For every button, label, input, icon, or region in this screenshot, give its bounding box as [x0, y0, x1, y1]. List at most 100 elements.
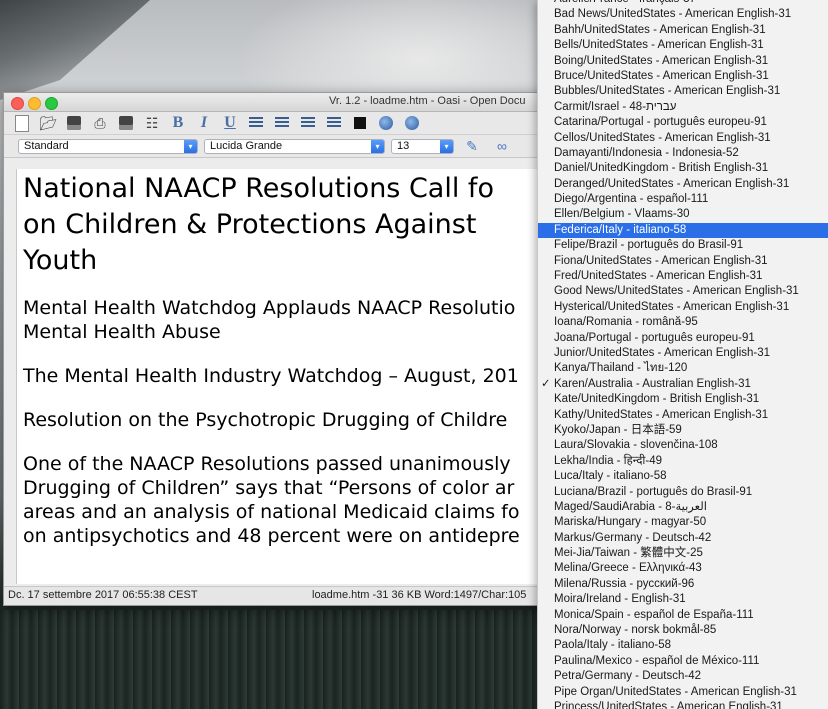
save-as-button[interactable]	[114, 113, 138, 133]
voice-menu-item[interactable]: Diego/Argentina - español-111	[538, 192, 828, 207]
window-title: Vr. 1.2 - loadme.htm - Oasi - Open Docu	[329, 95, 526, 107]
voice-menu-item[interactable]: Mariska/Hungary - magyar-50	[538, 515, 828, 530]
underline-button[interactable]: U	[218, 113, 242, 133]
bold-button[interactable]: B	[166, 113, 190, 133]
voice-menu-item[interactable]: Laura/Slovakia - slovenčina-108	[538, 438, 828, 453]
bold-icon: B	[172, 114, 184, 131]
voice-menu-item[interactable]: Milena/Russia - русский-96	[538, 577, 828, 592]
align-left-button[interactable]	[244, 113, 268, 133]
voice-menu-item[interactable]: Paola/Italy - italiano-58	[538, 638, 828, 653]
voice-menu-item[interactable]: Ioana/Romania - română-95	[538, 315, 828, 330]
voice-menu-item-label: Bad News/UnitedStates - American English…	[554, 8, 792, 21]
voice-menu-item[interactable]: Carmit/Israel - עברית-48	[538, 100, 828, 115]
speak-button[interactable]	[374, 113, 398, 133]
font-size-select[interactable]: 13 ▾	[391, 138, 454, 154]
page-setup-icon: ☷	[145, 114, 159, 131]
voice-menu-item[interactable]: Mei-Jia/Taiwan - 繁體中文-25	[538, 546, 828, 561]
voice-menu-item[interactable]: Bahh/UnitedStates - American English-31	[538, 23, 828, 38]
voice-menu-item[interactable]: Hysterical/UnitedStates - American Engli…	[538, 300, 828, 315]
voice-menu-item[interactable]: Nora/Norway - norsk bokmål-85	[538, 623, 828, 638]
paragraph-style-select[interactable]: Standard ▾	[18, 138, 198, 154]
voice-menu-item[interactable]: Ellen/Belgium - Vlaams-30	[538, 207, 828, 222]
voice-menu-item[interactable]: Daniel/UnitedKingdom - British English-3…	[538, 161, 828, 176]
voice-menu-item-label: Bahh/UnitedStates - American English-31	[554, 23, 766, 36]
voice-menu-item[interactable]: Felipe/Brazil - português do Brasil-91	[538, 238, 828, 253]
format-toolbar: Standard ▾ Lucida Grande ▾ 13 ▾ ✎ ∞	[4, 135, 549, 158]
voice-menu-item[interactable]: ✓ Karen/Australia - Australian English-31	[538, 377, 828, 392]
voice-menu-item[interactable]: Kanya/Thailand - ไทย-120	[538, 361, 828, 376]
text-line: One of the NAACP Resolutions passed unan…	[23, 453, 511, 475]
voice-menu-item-label: Federica/Italy - italiano-58	[554, 223, 687, 236]
align-right-button[interactable]	[296, 113, 320, 133]
voice-menu-item-label: Kyoko/Japan - 日本語-59	[554, 423, 682, 436]
dropdown-arrow-icon: ▾	[371, 139, 384, 153]
voice-menu-item[interactable]: Joana/Portugal - português europeu-91	[538, 331, 828, 346]
grow-font-button[interactable]: ∞	[490, 136, 514, 156]
voice-menu-item-label: Markus/Germany - Deutsch-42	[554, 531, 712, 544]
voice-menu-item[interactable]: Bruce/UnitedStates - American English-31	[538, 69, 828, 84]
voice-menu-item[interactable]: Princess/UnitedStates - American English…	[538, 700, 828, 709]
paragraph-style-value: Standard	[24, 140, 69, 152]
voice-menu-item[interactable]: Kathy/UnitedStates - American English-31	[538, 408, 828, 423]
align-center-button[interactable]	[270, 113, 294, 133]
print-button[interactable]: ⎙	[88, 113, 112, 133]
voice-button[interactable]	[400, 113, 424, 133]
voice-menu-item[interactable]: Fred/UnitedStates - American English-31	[538, 269, 828, 284]
voice-menu-item[interactable]: Luca/Italy - italiano-58	[538, 469, 828, 484]
voice-menu-item[interactable]: Boing/UnitedStates - American English-31	[538, 54, 828, 69]
new-document-button[interactable]	[10, 113, 34, 133]
zoom-window-button[interactable]	[45, 97, 58, 110]
voice-menu-item[interactable]: Pipe Organ/UnitedStates - American Engli…	[538, 685, 828, 700]
voice-menu-item[interactable]: Federica/Italy - italiano-58	[538, 222, 828, 239]
voice-menu-item[interactable]: Kate/UnitedKingdom - British English-31	[538, 392, 828, 407]
voice-menu-item[interactable]: Markus/Germany - Deutsch-42	[538, 531, 828, 546]
voice-menu-item[interactable]: Aurelie/France - français-37	[538, 0, 828, 7]
voice-menu-item[interactable]: Bubbles/UnitedStates - American English-…	[538, 84, 828, 99]
title-line: on Children & Protections Against	[23, 209, 477, 240]
voice-menu-item[interactable]: Luciana/Brazil - português do Brasil-91	[538, 485, 828, 500]
justify-button[interactable]	[322, 113, 346, 133]
voice-menu-item[interactable]: Good News/UnitedStates - American Englis…	[538, 284, 828, 299]
voice-menu-item[interactable]: Melina/Greece - Ελληνικά-43	[538, 561, 828, 576]
text-line: Drugging of Children” says that “Persons…	[23, 477, 515, 499]
voice-menu-item[interactable]: Junior/UnitedStates - American English-3…	[538, 346, 828, 361]
open-button[interactable]: 📂︎	[36, 113, 60, 133]
shrink-font-button[interactable]: ✎	[460, 136, 484, 156]
minimize-window-button[interactable]	[28, 97, 41, 110]
page-setup-button[interactable]: ☷	[140, 113, 164, 133]
voice-menu-item[interactable]: Moira/Ireland - English-31	[538, 592, 828, 607]
voice-menu-item[interactable]: Catarina/Portugal - português europeu-91	[538, 115, 828, 130]
voice-menu-item-label: Melina/Greece - Ελληνικά-43	[554, 562, 702, 575]
voice-menu-item[interactable]: Lekha/India - हिन्दी-49	[538, 454, 828, 469]
voice-menu-item-label: Petra/Germany - Deutsch-42	[554, 670, 702, 683]
text-line: on antipsychotics and 48 percent were on…	[23, 525, 520, 547]
italic-button[interactable]: I	[192, 113, 216, 133]
voice-menu-item[interactable]: Monica/Spain - español de España-111	[538, 608, 828, 623]
voice-menu-item[interactable]: Bells/UnitedStates - American English-31	[538, 38, 828, 53]
voice-menu-item-label: Monica/Spain - español de España-111	[554, 608, 754, 621]
voice-menu-item[interactable]: Paulina/Mexico - español de México-111	[538, 654, 828, 669]
voice-menu-item[interactable]: Kyoko/Japan - 日本語-59	[538, 423, 828, 438]
voice-menu-item[interactable]: Deranged/UnitedStates - American English…	[538, 177, 828, 192]
save-button[interactable]	[62, 113, 86, 133]
voice-menu-item[interactable]: Petra/Germany - Deutsch-42	[538, 669, 828, 684]
title-bar[interactable]: Vr. 1.2 - loadme.htm - Oasi - Open Docu	[4, 93, 549, 112]
document-editor[interactable]: National NAACP Resolutions Call fo on Ch…	[16, 169, 549, 584]
voice-menu-item-label: Boing/UnitedStates - American English-31	[554, 54, 769, 67]
voice-menu-item-label: Hysterical/UnitedStates - American Engli…	[554, 300, 790, 313]
font-size-value: 13	[397, 140, 410, 152]
font-family-select[interactable]: Lucida Grande ▾	[204, 138, 385, 154]
voice-menu-item[interactable]: Fiona/UnitedStates - American English-31	[538, 254, 828, 269]
voice-menu-item[interactable]: Bad News/UnitedStates - American English…	[538, 7, 828, 22]
text-color-button[interactable]	[348, 113, 372, 133]
voice-menu-item[interactable]: Maged/SaudiArabia - العربية-8	[538, 500, 828, 515]
pen-icon: ✎	[466, 137, 478, 154]
voice-menu-item-label: Good News/UnitedStates - American Englis…	[554, 285, 799, 298]
close-window-button[interactable]	[11, 97, 24, 110]
voice-menu-item[interactable]: Cellos/UnitedStates - American English-3…	[538, 131, 828, 146]
voice-menu[interactable]: Aurelie/France - français-37 Bad News/Uni…	[537, 0, 828, 709]
text-line: Mental Health Watchdog Applauds NAACP Re…	[23, 297, 516, 319]
voice-menu-item-label: Deranged/UnitedStates - American English…	[554, 177, 790, 190]
voice-menu-item[interactable]: Damayanti/Indonesia - Indonesia-52	[538, 146, 828, 161]
voice-menu-item-label: Karen/Australia - Australian English-31	[554, 377, 751, 390]
